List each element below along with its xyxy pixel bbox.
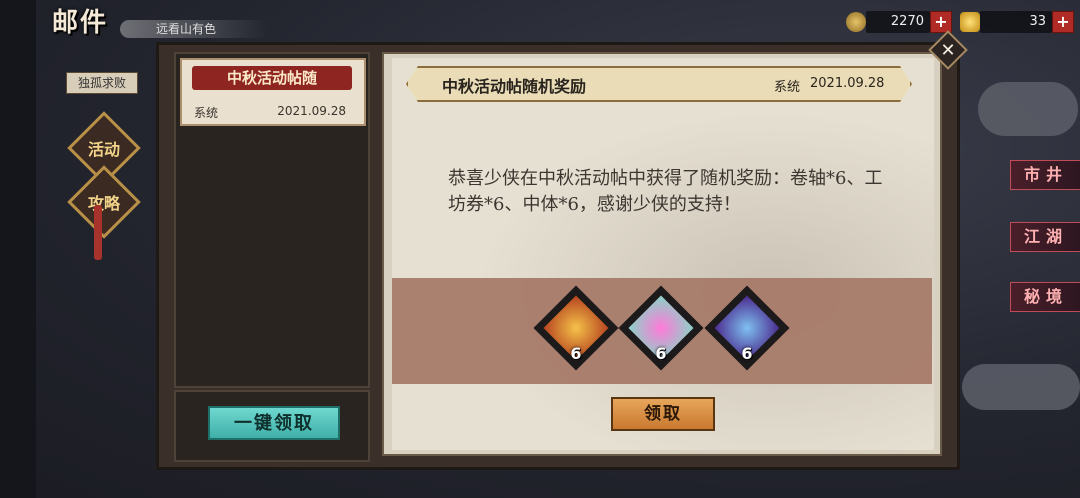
- ornament-label: 活动: [87, 140, 120, 159]
- left-edge-strip: [0, 0, 36, 498]
- currency-gold: 33 +: [960, 10, 1074, 34]
- menu-mijing-button[interactable]: 秘境: [1010, 282, 1080, 312]
- mail-item-date: 2021.09.28: [277, 104, 346, 118]
- mail-list-item[interactable]: 中秋活动帖随 系统 2021.09.28: [180, 58, 366, 126]
- mail-paper: [392, 58, 934, 450]
- reward-count: 6: [655, 344, 667, 363]
- mail-detail-date: 2021.09.28: [810, 76, 885, 91]
- claim-button[interactable]: 领取: [611, 397, 715, 431]
- mail-item-sender: 系统: [194, 106, 219, 120]
- add-gold-button[interactable]: +: [1052, 11, 1074, 33]
- currency-value: 33: [980, 11, 1052, 33]
- currency-coins: 2270 +: [846, 10, 952, 34]
- coin-icon: [846, 12, 866, 32]
- cloud-decoration: [962, 364, 1080, 410]
- add-coins-button[interactable]: +: [930, 11, 952, 33]
- cloud-decoration: [978, 82, 1078, 136]
- ornament-label: 攻略: [87, 194, 120, 213]
- menu-shijing-button[interactable]: 市井: [1010, 160, 1080, 190]
- mail-detail-sender: 系统: [774, 80, 801, 95]
- player-nameplate: 独孤求败: [66, 72, 138, 94]
- reward-count: 6: [570, 344, 582, 363]
- menu-jianghu-button[interactable]: 江湖: [1010, 222, 1080, 252]
- mail-detail-title: 中秋活动帖随机奖励: [442, 77, 587, 96]
- page-subtitle: 远看山有色: [120, 20, 268, 38]
- page-title: 邮件: [52, 8, 109, 38]
- currency-value: 2270: [866, 11, 930, 33]
- close-icon: ✕: [940, 39, 956, 61]
- mail-item-title: 中秋活动帖随: [192, 66, 352, 90]
- claim-all-button[interactable]: 一键领取: [208, 406, 340, 440]
- tassel-decoration: [94, 205, 102, 260]
- reward-count: 6: [741, 344, 753, 363]
- mail-detail-body: 恭喜少侠在中秋活动帖中获得了随机奖励：卷轴*6、工坊券*6、中体*6，感谢少侠的…: [448, 168, 883, 215]
- gold-ingot-icon: [960, 12, 980, 32]
